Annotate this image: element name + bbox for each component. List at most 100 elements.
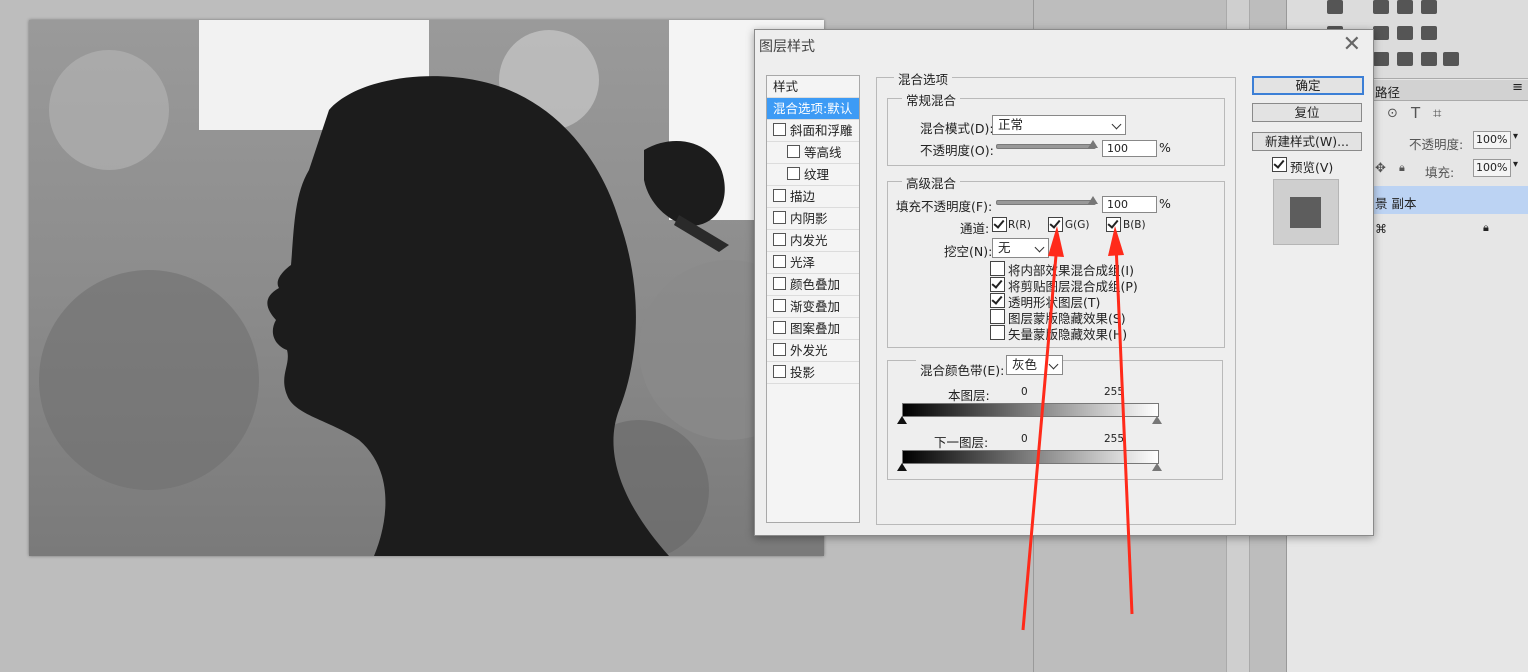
sidebar-item[interactable]: 等高线 (767, 142, 859, 164)
sidebar-item[interactable]: 渐变叠加 (767, 296, 859, 318)
sidebar-item-checkbox[interactable] (773, 123, 786, 136)
channel-b-label: B(B) (1123, 219, 1146, 231)
fill-dropdown-icon[interactable]: ▾ (1513, 159, 1518, 170)
advanced-option-checkbox[interactable] (990, 261, 1005, 276)
layer-thumbnail-icon: ⌘ (1375, 222, 1387, 236)
sidebar-item-label: 描边 (790, 189, 816, 204)
underlying-white-slider[interactable] (1152, 463, 1162, 471)
shape-layer-icon[interactable]: ⌗ (1433, 104, 1441, 122)
threshold-icon[interactable] (1421, 52, 1437, 66)
advanced-option-label: 矢量蒙版隐藏效果(H) (1008, 327, 1128, 342)
vibrance-icon[interactable] (1421, 0, 1437, 14)
sidebar-item-checkbox[interactable] (773, 365, 786, 378)
opacity-slider-thumb[interactable] (1088, 140, 1098, 148)
channel-r-checkbox[interactable] (992, 217, 1007, 232)
general-blending-title: 常规混合 (902, 90, 961, 109)
knockout-value: 无 (998, 240, 1011, 255)
text-layer-icon[interactable]: T (1411, 104, 1420, 122)
fill-opacity-label: 填充不透明度(F): (896, 199, 993, 214)
panel-menu-icon[interactable]: ≡ (1512, 80, 1523, 95)
preview-square (1290, 197, 1321, 228)
this-layer-gradient[interactable] (902, 403, 1159, 417)
exposure-icon[interactable] (1397, 0, 1413, 14)
photo-filter-icon[interactable] (1397, 26, 1413, 40)
sidebar-item-checkbox[interactable] (773, 277, 786, 290)
advanced-option-checkbox[interactable] (990, 293, 1005, 308)
sidebar-item[interactable]: 光泽 (767, 252, 859, 274)
knockout-select[interactable]: 无 (992, 238, 1049, 258)
styles-sidebar: 样式 混合选项:默认斜面和浮雕 等高线 纹理描边内阴影内发光光泽 颜色叠加 渐变叠加 图案… (766, 75, 860, 523)
lock-position-icon[interactable]: ✥ (1375, 161, 1386, 176)
sidebar-item[interactable]: 颜色叠加 (767, 274, 859, 296)
sidebar-item[interactable]: 内发光 (767, 230, 859, 252)
chevron-down-icon (1034, 242, 1045, 253)
opacity-slider[interactable] (996, 144, 1096, 149)
gradient-map-icon[interactable] (1443, 52, 1459, 66)
blend-if-select[interactable]: 灰色 (1006, 355, 1063, 375)
sidebar-item-checkbox[interactable] (773, 189, 786, 202)
sidebar-item-label: 投影 (790, 365, 816, 380)
sidebar-item[interactable]: 纹理 (767, 164, 859, 186)
opacity-percent: % (1159, 140, 1171, 155)
sidebar-item[interactable]: 内阴影 (767, 208, 859, 230)
type-layer-icon[interactable]: ⊙ (1387, 106, 1398, 121)
sidebar-item[interactable]: 外发光 (767, 340, 859, 362)
sidebar-item-checkbox[interactable] (773, 255, 786, 268)
sidebar-header[interactable]: 样式 (767, 76, 859, 98)
sidebar-item-checkbox[interactable] (773, 299, 786, 312)
advanced-option-checkbox[interactable] (990, 277, 1005, 292)
fill-input[interactable]: 100% (1473, 159, 1511, 177)
sidebar-item[interactable]: 图案叠加 (767, 318, 859, 340)
opacity-dropdown-icon[interactable]: ▾ (1513, 131, 1518, 142)
sidebar-item-checkbox[interactable] (787, 145, 800, 158)
preview-checkbox[interactable] (1272, 157, 1287, 172)
sidebar-item-label: 外发光 (790, 343, 828, 358)
knockout-label: 挖空(N): (944, 244, 993, 259)
fill-label: 填充: (1425, 165, 1455, 180)
reset-button[interactable]: 复位 (1252, 103, 1362, 122)
blend-mode-label: 混合模式(D): (920, 121, 994, 136)
black-white-icon[interactable] (1373, 26, 1389, 40)
channel-b-checkbox[interactable] (1106, 217, 1121, 232)
sidebar-item[interactable]: 斜面和浮雕 (767, 120, 859, 142)
dialog-title: 图层样式 (759, 39, 815, 55)
channel-g-checkbox[interactable] (1048, 217, 1063, 232)
advanced-option-checkbox[interactable] (990, 325, 1005, 340)
tab-paths[interactable]: 路径 (1375, 82, 1400, 101)
fill-opacity-slider-thumb[interactable] (1088, 196, 1098, 204)
sidebar-item[interactable]: 混合选项:默认 (767, 98, 859, 120)
advanced-option-checkbox[interactable] (990, 309, 1005, 324)
chevron-down-icon (1048, 359, 1059, 370)
underlying-gradient[interactable] (902, 450, 1159, 464)
sidebar-item-checkbox[interactable] (787, 167, 800, 180)
sidebar-item[interactable]: 描边 (767, 186, 859, 208)
this-layer-black-slider[interactable] (897, 416, 907, 424)
canvas-photo[interactable] (29, 20, 824, 556)
brightness-icon[interactable] (1327, 0, 1343, 14)
lock-all-icon[interactable]: 🔒︎ (1399, 161, 1405, 175)
sidebar-item[interactable]: 投影 (767, 362, 859, 384)
this-layer-white-slider[interactable] (1152, 416, 1162, 424)
blend-if-label: 混合颜色带(E): (916, 360, 1009, 379)
underlying-black-slider[interactable] (897, 463, 907, 471)
new-style-button[interactable]: 新建样式(W)... (1252, 132, 1362, 151)
fill-opacity-input[interactable]: 100 (1102, 196, 1157, 213)
invert-icon[interactable] (1373, 52, 1389, 66)
sidebar-item-checkbox[interactable] (773, 343, 786, 356)
ok-button[interactable]: 确定 (1252, 76, 1364, 95)
sidebar-item-label: 混合选项:默认 (773, 101, 853, 116)
curves-icon[interactable] (1373, 0, 1389, 14)
opacity-input[interactable]: 100 (1102, 140, 1157, 157)
blend-mode-select[interactable]: 正常 (992, 115, 1126, 135)
opacity-label: 不透明度(O): (920, 143, 994, 158)
sidebar-item-label: 内发光 (790, 233, 828, 248)
blend-options-title: 混合选项 (894, 69, 953, 88)
close-icon[interactable]: ✕ (1343, 32, 1361, 57)
sidebar-item-checkbox[interactable] (773, 321, 786, 334)
sidebar-item-checkbox[interactable] (773, 233, 786, 246)
fill-opacity-slider[interactable] (996, 200, 1096, 205)
channel-mixer-icon[interactable] (1421, 26, 1437, 40)
sidebar-item-checkbox[interactable] (773, 211, 786, 224)
opacity-input[interactable]: 100% (1473, 131, 1511, 149)
posterize-icon[interactable] (1397, 52, 1413, 66)
